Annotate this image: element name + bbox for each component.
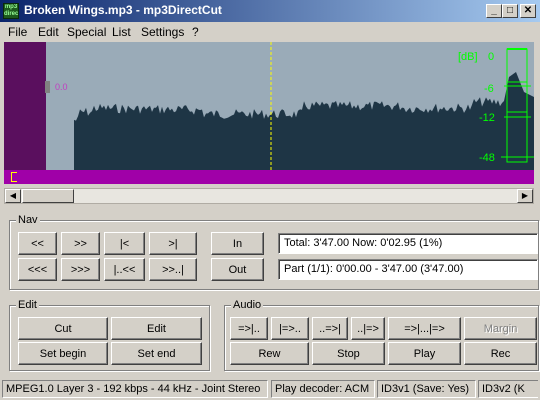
play-button[interactable]: Play — [388, 342, 461, 365]
nav-prev-button[interactable]: |< — [104, 232, 145, 255]
part-time-field: Part (1/1): 0'00.00 - 3'47.00 (3'47.00) — [278, 259, 538, 280]
rec-button[interactable]: Rec — [464, 342, 537, 365]
waveform-bars — [74, 72, 534, 170]
margin-button[interactable]: Margin — [464, 317, 537, 340]
level-marker — [45, 81, 50, 93]
position-bar[interactable] — [4, 170, 534, 184]
maximize-button[interactable]: □ — [502, 4, 518, 18]
status-id3v1: ID3v1 (Save: Yes) — [377, 380, 476, 398]
menu-file[interactable]: File — [8, 25, 27, 39]
level-label: 0.0 — [55, 82, 68, 92]
audio-seek-range-button[interactable]: =>|...|=> — [388, 317, 461, 340]
app-icon[interactable]: mp3 direct cut — [3, 3, 19, 19]
selected-region — [4, 42, 46, 170]
status-decoder: Play decoder: ACM — [271, 380, 375, 398]
nav-fast-forward-button[interactable]: >>> — [61, 258, 100, 281]
scroll-right-arrow-icon[interactable]: ▶ — [517, 189, 533, 203]
audio-seek-end-button[interactable]: ..=>| — [312, 317, 348, 340]
nav-group-label: Nav — [16, 214, 40, 226]
position-marker[interactable] — [11, 172, 17, 182]
set-end-button[interactable]: Set end — [111, 342, 202, 365]
waveform-graphic: 0.0 [dB] 0 -6 -12 -48 — [4, 42, 534, 170]
db-tick-12: -12 — [479, 112, 495, 124]
window-title: Broken Wings.mp3 - mp3DirectCut — [24, 3, 222, 17]
scroll-left-arrow-icon[interactable]: ◀ — [5, 189, 21, 203]
menu-help[interactable]: ? — [192, 25, 199, 39]
stop-button[interactable]: Stop — [312, 342, 385, 365]
cut-button[interactable]: Cut — [18, 317, 108, 340]
menu-settings[interactable]: Settings — [141, 25, 184, 39]
rew-button[interactable]: Rew — [230, 342, 309, 365]
minimize-button[interactable]: _ — [486, 4, 502, 18]
menu-list[interactable]: List — [112, 25, 131, 39]
menu-special[interactable]: Special — [67, 25, 106, 39]
scrollbar-thumb[interactable] — [22, 189, 74, 203]
status-bar: MPEG1.0 Layer 3 - 192 kbps - 44 kHz - Jo… — [0, 378, 540, 400]
db-tick-48: -48 — [479, 152, 495, 164]
menu-edit[interactable]: Edit — [38, 25, 59, 39]
audio-seek-start-button[interactable]: =>|.. — [230, 317, 268, 340]
status-format: MPEG1.0 Layer 3 - 192 kbps - 44 kHz - Jo… — [2, 380, 268, 398]
total-time-field: Total: 3'47.00 Now: 0'02.95 (1%) — [278, 233, 538, 254]
audio-group-label: Audio — [231, 299, 264, 311]
nav-fast-rewind-button[interactable]: <<< — [18, 258, 57, 281]
waveform-display[interactable]: 0.0 [dB] 0 -6 -12 -48 — [4, 42, 534, 170]
close-button[interactable]: ✕ — [520, 4, 536, 18]
title-bar[interactable]: mp3 direct cut Broken Wings.mp3 - mp3Dir… — [0, 0, 540, 22]
menu-bar: File Edit Special List Settings ? — [0, 22, 540, 42]
nav-end-button[interactable]: >>..| — [149, 258, 197, 281]
edit-group-label: Edit — [16, 299, 39, 311]
status-id3v2: ID3v2 (K — [478, 380, 538, 398]
db-tick-0: 0 — [488, 51, 494, 63]
out-button[interactable]: Out — [211, 258, 264, 281]
audio-seek-start-skip-button[interactable]: |=>.. — [271, 317, 309, 340]
nav-rewind-button[interactable]: << — [18, 232, 57, 255]
horizontal-scrollbar[interactable]: ◀ ▶ — [4, 188, 534, 204]
nav-next-button[interactable]: >| — [149, 232, 197, 255]
in-button[interactable]: In — [211, 232, 264, 255]
nav-start-button[interactable]: |..<< — [104, 258, 145, 281]
nav-forward-button[interactable]: >> — [61, 232, 100, 255]
edit-button[interactable]: Edit — [111, 317, 202, 340]
audio-seek-end-skip-button[interactable]: ..|=> — [351, 317, 385, 340]
db-tick-6: -6 — [484, 83, 494, 95]
set-begin-button[interactable]: Set begin — [18, 342, 108, 365]
db-label: [dB] — [458, 51, 478, 63]
